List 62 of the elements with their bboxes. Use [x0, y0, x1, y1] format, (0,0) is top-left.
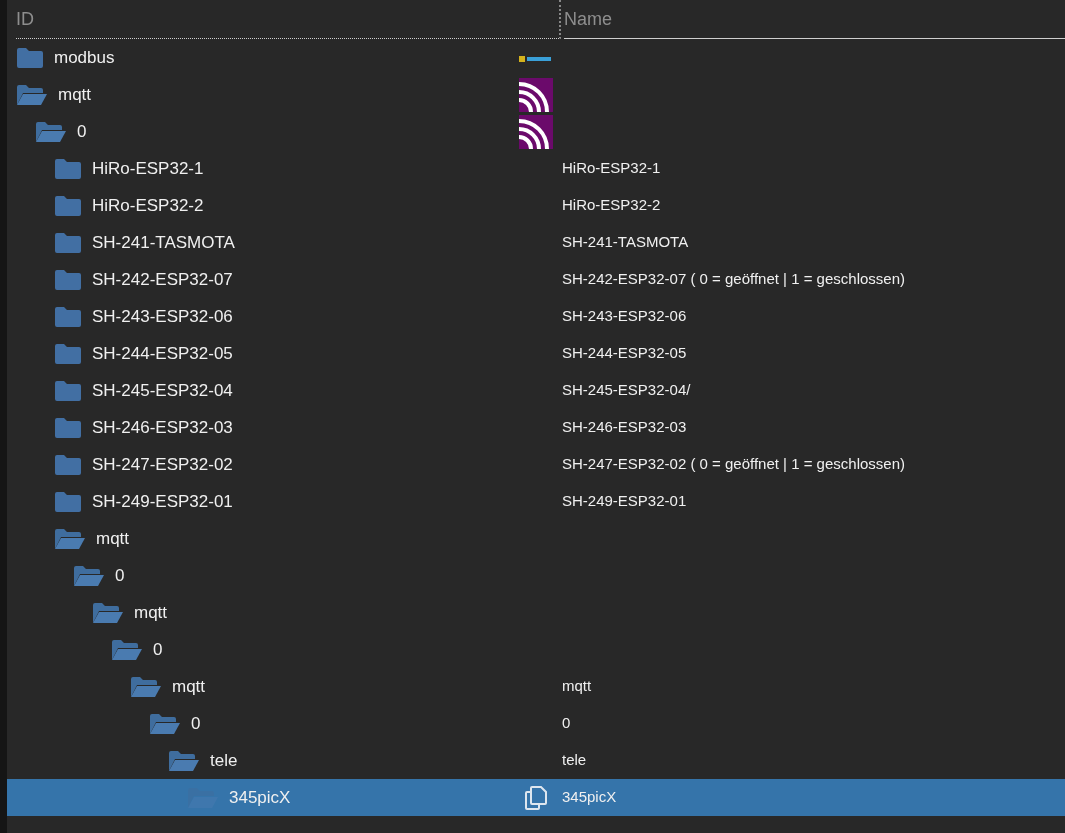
broadcast-icon [519, 114, 553, 149]
tree-row[interactable]: SH-249-ESP32-01 SH-249-ESP32-01 [7, 483, 1065, 520]
tree-row[interactable]: SH-246-ESP32-03 SH-246-ESP32-03 [7, 409, 1065, 446]
node-name: HiRo-ESP32-1 [562, 158, 661, 179]
tree-row[interactable]: mqtt [7, 594, 1065, 631]
node-id: SH-244-ESP32-05 [92, 342, 233, 365]
tree-row[interactable]: mqtt [7, 520, 1065, 557]
node-id: SH-249-ESP32-01 [92, 490, 233, 513]
node-name: SH-243-ESP32-06 [562, 306, 687, 327]
node-name: 0 [562, 713, 571, 734]
node-name: SH-246-ESP32-03 [562, 417, 687, 438]
tree-row[interactable]: 345picX 345picX [7, 779, 1065, 816]
node-name: mqtt [562, 676, 592, 697]
column-header[interactable]: ID [16, 5, 34, 33]
node-id: mqtt [96, 527, 130, 550]
node-name: tele [562, 750, 587, 771]
tree-row[interactable]: modbus [7, 39, 1065, 76]
broadcast-icon [519, 77, 553, 112]
node-id: mqtt [172, 675, 206, 698]
tree-row[interactable]: mqtt [7, 76, 1065, 113]
node-id: 0 [115, 564, 125, 587]
node-id: SH-243-ESP32-06 [92, 305, 233, 328]
column-header[interactable]: Name [564, 5, 612, 33]
adapter-icon [519, 53, 553, 62]
node-id: HiRo-ESP32-2 [92, 194, 204, 217]
tree-row[interactable]: 0 0 [7, 705, 1065, 742]
node-name: 345picX [562, 787, 617, 808]
node-name: SH-249-ESP32-01 [562, 491, 687, 512]
node-id: mqtt [134, 601, 168, 624]
tree-row[interactable]: SH-245-ESP32-04 SH-245-ESP32-04/ [7, 372, 1065, 409]
tree-row[interactable]: SH-247-ESP32-02 SH-247-ESP32-02 ( 0 = geöffnet | 1 = geschlossen) [7, 446, 1065, 483]
tree-row[interactable]: 0 [7, 631, 1065, 668]
node-id: SH-246-ESP32-03 [92, 416, 233, 439]
node-id: SH-242-ESP32-07 [92, 268, 233, 291]
node-id: modbus [54, 46, 115, 69]
node-name: SH-242-ESP32-07 ( 0 = geöffnet | 1 = geschlossen) [562, 269, 905, 290]
tree-row[interactable]: 0 [7, 557, 1065, 594]
tree-row[interactable]: HiRo-ESP32-2 HiRo-ESP32-2 [7, 187, 1065, 224]
node-name: SH-247-ESP32-02 ( 0 = geöffnet | 1 = geschlossen) [562, 454, 905, 475]
node-name: SH-241-TASMOTA [562, 232, 689, 253]
node-id: SH-241-TASMOTA [92, 231, 235, 254]
node-id: 345picX [229, 786, 291, 809]
node-id: 0 [191, 712, 201, 735]
node-id: HiRo-ESP32-1 [92, 157, 204, 180]
node-name: SH-245-ESP32-04/ [562, 380, 691, 401]
copy-icon[interactable] [525, 785, 547, 810]
tree-row[interactable]: SH-244-ESP32-05 SH-244-ESP32-05 [7, 335, 1065, 372]
node-id: mqtt [58, 83, 92, 106]
tree-row[interactable]: 0 [7, 113, 1065, 150]
node-id: 0 [153, 638, 163, 661]
tree-row[interactable]: tele tele [7, 742, 1065, 779]
node-id: SH-247-ESP32-02 [92, 453, 233, 476]
node-id: SH-245-ESP32-04 [92, 379, 233, 402]
node-id: tele [210, 749, 238, 772]
tree-row[interactable]: HiRo-ESP32-1 HiRo-ESP32-1 [7, 150, 1065, 187]
node-name: HiRo-ESP32-2 [562, 195, 661, 216]
tree-row[interactable]: SH-242-ESP32-07 SH-242-ESP32-07 ( 0 = geöffnet | 1 = geschlossen) [7, 261, 1065, 298]
tree-row[interactable]: SH-241-TASMOTA SH-241-TASMOTA [7, 224, 1065, 261]
node-name: SH-244-ESP32-05 [562, 343, 687, 364]
node-id: 0 [77, 120, 87, 143]
tree-row[interactable]: mqtt mqtt [7, 668, 1065, 705]
tree-row[interactable]: SH-243-ESP32-06 SH-243-ESP32-06 [7, 298, 1065, 335]
